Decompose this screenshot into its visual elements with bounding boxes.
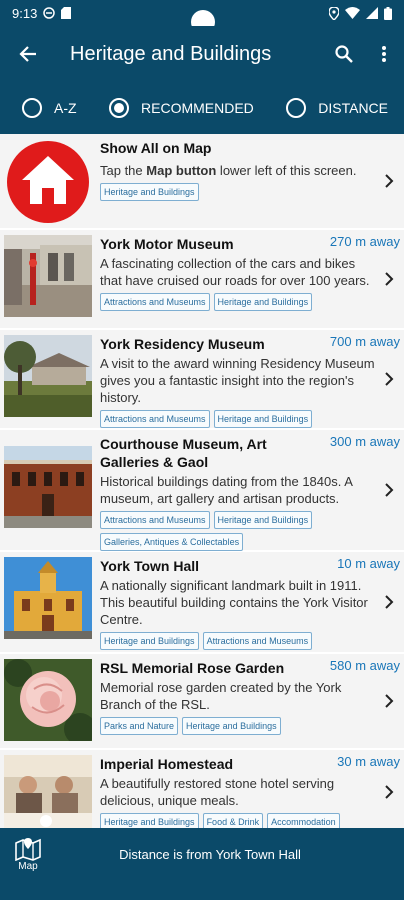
app-bar: Heritage and Buildings — [0, 26, 404, 82]
battery-icon — [384, 6, 392, 20]
listing-photo — [4, 755, 92, 828]
category-tag: Heritage and Buildings — [213, 511, 313, 529]
category-tag: Galleries, Antiques & Collectables — [100, 533, 244, 551]
chevron-right-icon — [385, 483, 394, 497]
category-tag: Heritage and Buildings — [213, 410, 313, 428]
chevron-right-icon — [385, 174, 394, 188]
category-tag: Attractions and Museums — [202, 632, 313, 650]
listing-description: Historical buildings dating from the 184… — [100, 474, 353, 506]
listing-title: York Town Hall — [100, 558, 200, 574]
radio-recommended[interactable] — [109, 98, 130, 118]
map-button[interactable]: Map — [0, 828, 56, 880]
category-tag: Heritage and Buildings — [100, 632, 199, 650]
search-icon — [335, 45, 353, 63]
sd-card-icon — [61, 7, 72, 19]
chevron-right-icon — [385, 785, 394, 799]
distance-label: 10 m away — [337, 556, 400, 571]
category-tag: Food & Drink — [202, 813, 264, 828]
sort-filter-bar: A-Z RECOMMENDED DISTANCE — [0, 82, 404, 134]
distance-label: 300 m away — [329, 434, 400, 449]
distance-label: 30 m away — [337, 754, 400, 769]
listing-description: Memorial rose garden created by the York… — [100, 680, 342, 712]
category-tag: Accommodation — [267, 813, 340, 828]
listing-description: A visit to the award winning Residency M… — [100, 356, 375, 405]
category-tag: Attractions and Museums — [100, 410, 210, 428]
page-title: Heritage and Buildings — [70, 42, 272, 65]
category-tag: Parks and Nature — [100, 717, 179, 735]
arrow-back-icon — [19, 46, 36, 62]
category-tag: Heritage and Buildings — [182, 717, 281, 735]
category-tag: Heritage and Buildings — [100, 183, 199, 201]
location-icon — [329, 6, 339, 20]
sort-distance-option[interactable]: DISTANCE — [286, 98, 388, 118]
listing-description: A beautifully restored stone hotel servi… — [100, 776, 335, 808]
listing-photo — [4, 446, 92, 528]
sort-distance-label: DISTANCE — [318, 100, 388, 116]
distance-label: 700 m away — [329, 334, 400, 349]
sort-recommended-label: RECOMMENDED — [141, 100, 254, 116]
category-tag: Heritage and Buildings — [213, 293, 313, 311]
list-item[interactable]: Courthouse Museum, Art Galleries & Gaol … — [0, 430, 404, 552]
listing-photo — [4, 235, 92, 317]
listing-title: Imperial Homestead — [100, 756, 234, 772]
listing-photo — [4, 557, 92, 639]
list-item[interactable]: York Motor Museum A fascinating collecti… — [0, 230, 404, 330]
map-icon — [15, 837, 41, 861]
list-item[interactable]: RSL Memorial Rose Garden Memorial rose g… — [0, 654, 404, 750]
overflow-menu-button[interactable] — [364, 26, 404, 82]
distance-reference-note: Distance is from York Town Hall — [119, 846, 301, 862]
sort-az-option[interactable]: A-Z — [22, 98, 77, 118]
map-button-label: Map — [18, 860, 38, 872]
list-item[interactable]: York Town Hall A nationally significant … — [0, 552, 404, 654]
home-icon — [4, 140, 92, 224]
chevron-right-icon — [385, 372, 394, 386]
signal-icon — [366, 7, 378, 19]
listing-description: A nationally significant landmark built … — [100, 578, 368, 627]
category-tag: Attractions and Museums — [100, 511, 210, 529]
sort-recommended-option[interactable]: RECOMMENDED — [109, 98, 254, 118]
show-all-on-map-row[interactable]: Show All on Map Tap the Map button lower… — [0, 134, 404, 230]
category-tag: Attractions and Museums — [100, 293, 210, 311]
list-item[interactable]: Imperial Homestead A beautifully restore… — [0, 750, 404, 828]
distance-label: 580 m away — [329, 658, 400, 673]
more-vert-icon — [382, 46, 386, 62]
radio-az[interactable] — [22, 98, 42, 118]
listing-description: A fascinating collection of the cars and… — [100, 256, 370, 288]
distance-label: 270 m away — [329, 234, 400, 249]
listing-list: Show All on Map Tap the Map button lower… — [0, 134, 404, 828]
chevron-right-icon — [385, 595, 394, 609]
status-time: 9:13 — [12, 5, 38, 21]
wifi-icon — [345, 7, 360, 19]
chevron-right-icon — [385, 272, 394, 286]
chevron-right-icon — [385, 694, 394, 708]
search-button[interactable] — [324, 26, 364, 82]
listing-photo — [4, 335, 92, 417]
show-all-desc: Tap the Map button lower left of this sc… — [100, 163, 357, 178]
dnd-icon — [43, 7, 56, 19]
radio-distance[interactable] — [286, 98, 307, 118]
sort-az-label: A-Z — [54, 100, 77, 116]
list-item[interactable]: York Residency Museum A visit to the awa… — [0, 330, 404, 430]
show-all-title: Show All on Map — [100, 140, 212, 156]
category-tag: Heritage and Buildings — [100, 813, 199, 828]
listing-photo — [4, 659, 96, 745]
back-button[interactable] — [0, 26, 56, 82]
bottom-bar: Map Distance is from York Town Hall — [0, 828, 404, 880]
system-nav-bar — [0, 880, 404, 900]
